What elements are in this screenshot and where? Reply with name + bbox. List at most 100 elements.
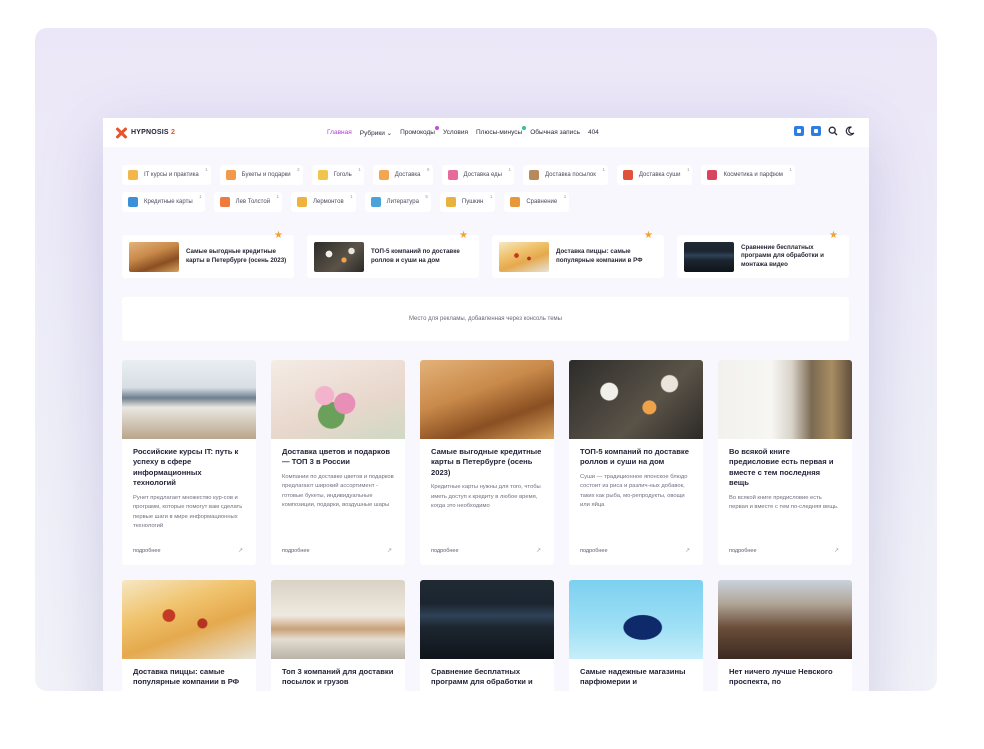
nav-item-1[interactable]: Рубрики ⌄ xyxy=(360,129,392,137)
post-title[interactable]: Самые надежные магазины парфюмерии и xyxy=(569,659,703,688)
arrow-icon[interactable]: ↗ xyxy=(387,547,392,554)
category-count: 6 xyxy=(427,167,430,172)
nav-item-label: Обычная запись xyxy=(530,129,580,136)
arrow-icon[interactable]: ↗ xyxy=(834,547,839,554)
post-title[interactable]: Российские курсы IT: путь к успеху в сфе… xyxy=(122,439,256,489)
moon-icon[interactable] xyxy=(845,126,855,136)
search-icon[interactable] xyxy=(828,126,838,136)
post-excerpt: Кредитные карты нужны для того, чтобы им… xyxy=(431,484,541,510)
post-image xyxy=(271,360,405,439)
featured-thumbnail xyxy=(129,241,179,272)
nav-item-label: Условия xyxy=(442,129,468,136)
vk-icon[interactable] xyxy=(794,126,804,136)
category-count: 2 xyxy=(297,167,300,172)
arrow-icon[interactable]: ↗ xyxy=(685,547,690,554)
post-card[interactable]: Нет ничего лучше Невского проспекта, по xyxy=(718,580,852,691)
category-icon xyxy=(128,170,138,180)
category-label: Доставка еды xyxy=(463,172,502,178)
read-more-link[interactable]: подробнее xyxy=(282,548,310,554)
category-chip[interactable]: Доставка суши 1 xyxy=(616,165,693,185)
arrow-icon[interactable]: ↗ xyxy=(238,547,243,554)
post-card[interactable]: Самые надежные магазины парфюмерии и xyxy=(569,580,703,691)
background-panel: HYPNOSIS 2 Главная Рубрики ⌄ Промокоды Усло… xyxy=(35,28,937,691)
post-title[interactable]: Нет ничего лучше Невского проспекта, по xyxy=(718,659,852,688)
featured-post[interactable]: Самые выгодные кредитные карты в Петербу… xyxy=(122,231,294,278)
category-count: 1 xyxy=(350,194,353,199)
nav-item-2[interactable]: Промокоды xyxy=(400,126,439,136)
post-title[interactable]: Самые выгодные кредитные карты в Петербу… xyxy=(420,439,554,478)
category-count: 1 xyxy=(205,167,208,172)
telegram-icon[interactable] xyxy=(811,126,821,136)
header: HYPNOSIS 2 Главная Рубрики ⌄ Промокоды Усло… xyxy=(103,118,869,147)
nav-item-4[interactable]: Плюсы-минусы xyxy=(476,126,527,136)
post-excerpt: Во всякой книге предисловие есть первая … xyxy=(729,494,839,511)
logo[interactable]: HYPNOSIS 2 xyxy=(115,127,175,139)
category-chip[interactable]: Сравнение 1 xyxy=(504,192,570,212)
nav-item-0[interactable]: Главная xyxy=(327,129,352,136)
featured-thumbnail xyxy=(499,241,549,272)
category-chip[interactable]: Лев Толстой 1 xyxy=(213,192,283,212)
category-chip[interactable]: Доставка еды 1 xyxy=(441,165,514,185)
category-label: Сравнение xyxy=(526,199,558,205)
category-icon xyxy=(622,170,633,180)
post-image xyxy=(271,580,405,659)
post-image xyxy=(569,580,703,659)
post-card[interactable]: Российские курсы IT: путь к успеху в сфе… xyxy=(122,360,256,565)
post-card[interactable]: Доставка пиццы: самые популярные компани… xyxy=(122,580,256,691)
post-title[interactable]: Во всякой книге предисловие есть первая … xyxy=(718,439,852,489)
category-chip[interactable]: Букеты и подарки 2 xyxy=(219,165,303,185)
category-icon xyxy=(707,170,718,180)
category-count: 1 xyxy=(686,167,690,172)
nav-item-5[interactable]: Обычная запись xyxy=(530,129,580,136)
featured-post[interactable]: ТОП-5 компаний по доставке роллов и суши… xyxy=(307,231,479,278)
category-chip[interactable]: IT курсы и практика 1 xyxy=(122,165,211,185)
category-label: Букеты и подарки xyxy=(241,172,291,178)
category-label: Косметика и парфюм xyxy=(723,172,783,178)
post-image xyxy=(718,580,852,659)
featured-post[interactable]: Доставка пиццы: самые популярные компани… xyxy=(492,231,664,278)
main-nav: Главная Рубрики ⌄ Промокоды Условия Плюсы-ми… xyxy=(327,118,599,147)
category-chip[interactable]: Гоголь 1 xyxy=(311,165,364,185)
featured-thumbnail xyxy=(314,241,364,272)
category-icon xyxy=(297,197,308,207)
post-title[interactable]: Сравнение бесплатных программ для обрабо… xyxy=(420,659,554,688)
post-excerpt: Рунет предлагает множество кур-сов и про… xyxy=(133,494,243,530)
category-count: 1 xyxy=(276,194,280,199)
featured-post[interactable]: Сравнение бесплатных программ для обрабо… xyxy=(677,231,849,278)
post-title[interactable]: Доставка пиццы: самые популярные компани… xyxy=(122,659,256,688)
featured-title: Сравнение бесплатных программ для обрабо… xyxy=(741,243,824,268)
post-title[interactable]: Доставка цветов и подарков — ТОП 3 в Рос… xyxy=(271,439,405,468)
category-label: Кредитные карты xyxy=(144,199,193,205)
read-more-link[interactable]: подробнее xyxy=(580,548,608,554)
post-card[interactable]: ТОП-5 компаний по доставке роллов и суши… xyxy=(569,360,703,565)
category-chip[interactable]: Литература 5 xyxy=(364,192,431,212)
category-icon xyxy=(370,197,381,207)
post-card[interactable]: Топ 3 компаний для доставки посылок и гр… xyxy=(271,580,405,691)
category-list: IT курсы и практика 1 Букеты и подарки 2 Гог… xyxy=(122,165,852,212)
post-card[interactable]: Сравнение бесплатных программ для обрабо… xyxy=(420,580,554,691)
nav-item-6[interactable]: 404 xyxy=(588,129,599,136)
post-card[interactable]: Во всякой книге предисловие есть первая … xyxy=(718,360,852,565)
category-chip[interactable]: Кредитные карты 1 xyxy=(122,192,205,212)
post-image xyxy=(122,580,256,659)
post-image xyxy=(718,360,852,439)
nav-item-label: Промокоды xyxy=(400,129,435,136)
category-chip[interactable]: Доставка посылок 1 xyxy=(522,165,608,185)
nav-item-label: Рубрики ⌄ xyxy=(359,129,393,137)
category-count: 1 xyxy=(508,167,511,172)
category-chip[interactable]: Лермонтов 1 xyxy=(291,192,356,212)
post-title[interactable]: ТОП-5 компаний по доставке роллов и суши… xyxy=(569,439,703,468)
read-more-link[interactable]: подробнее xyxy=(431,548,459,554)
category-chip[interactable]: Доставка 6 xyxy=(372,165,433,185)
post-card[interactable]: Доставка цветов и подарков — ТОП 3 в Рос… xyxy=(271,360,405,565)
nav-item-label: Главная xyxy=(327,129,352,136)
category-label: Доставка xyxy=(394,172,421,178)
post-card[interactable]: Самые выгодные кредитные карты в Петербу… xyxy=(420,360,554,565)
post-title[interactable]: Топ 3 компаний для доставки посылок и гр… xyxy=(271,659,405,688)
nav-item-3[interactable]: Условия xyxy=(443,129,468,136)
read-more-link[interactable]: подробнее xyxy=(133,548,161,554)
category-chip[interactable]: Пушкин 1 xyxy=(439,192,496,212)
category-chip[interactable]: Косметика и парфюм 1 xyxy=(701,165,795,185)
arrow-icon[interactable]: ↗ xyxy=(536,547,541,554)
read-more-link[interactable]: подробнее xyxy=(729,548,757,554)
